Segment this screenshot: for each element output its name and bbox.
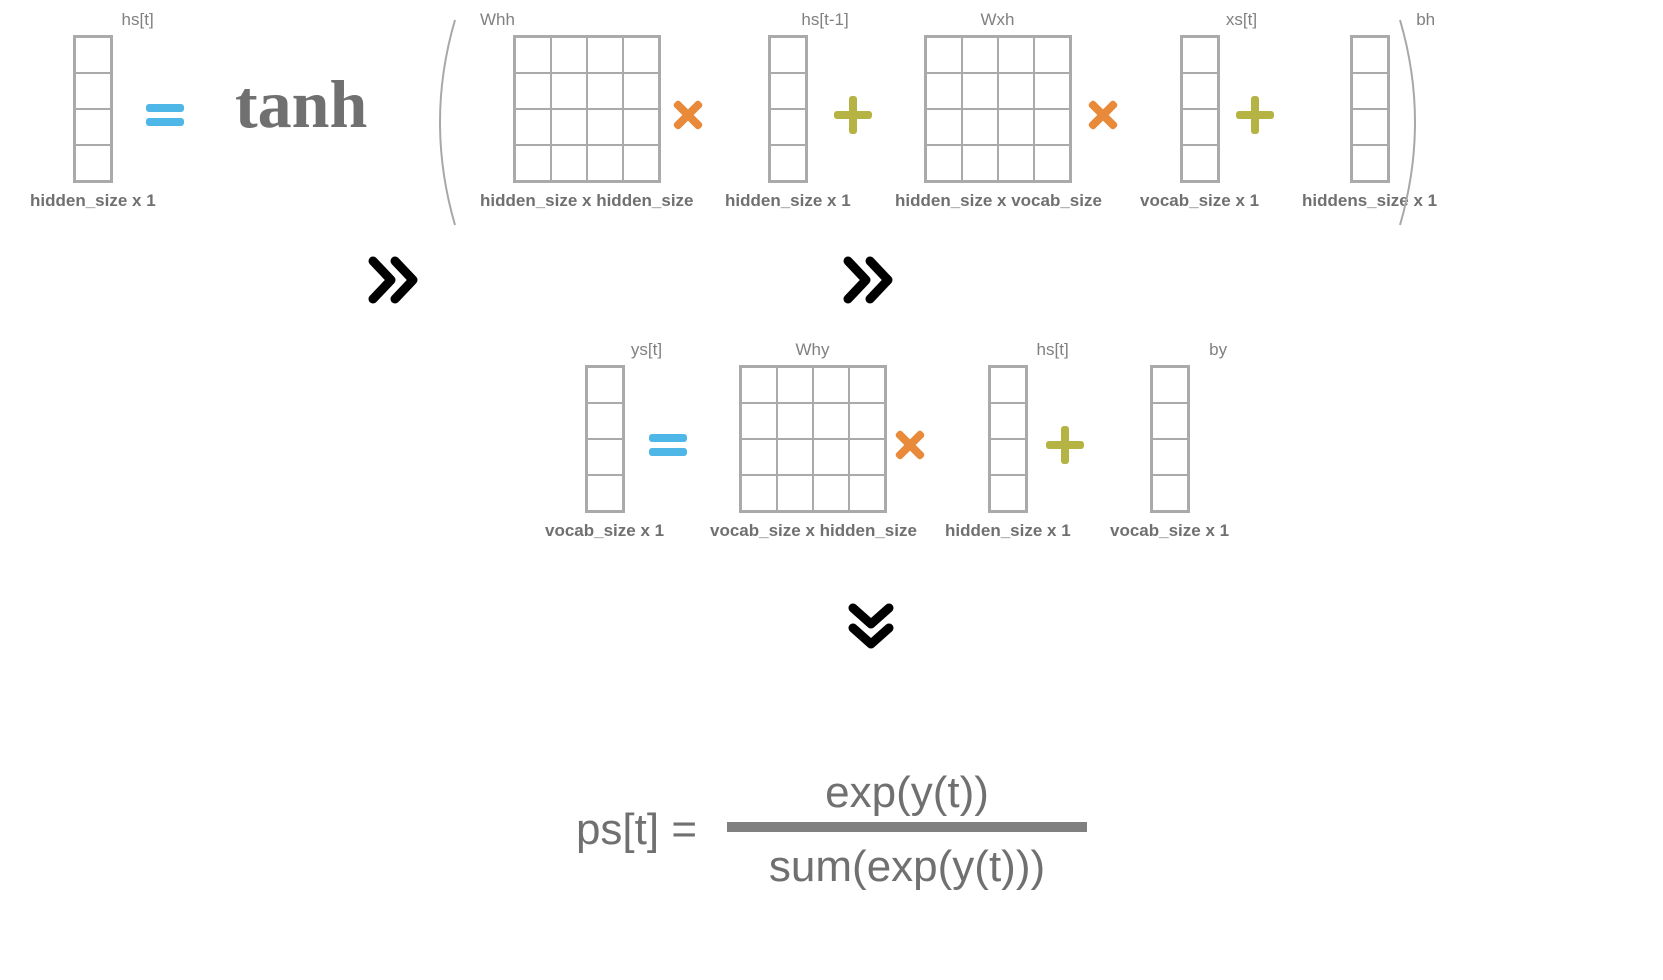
label-whh: Whh xyxy=(480,10,694,30)
vector-grid xyxy=(1350,35,1390,183)
chevron-right-icon xyxy=(840,255,900,305)
dim-hs-t: hidden_size x 1 xyxy=(30,191,156,211)
multiply-icon xyxy=(880,415,940,475)
vector-grid xyxy=(1150,365,1190,513)
vector-grid xyxy=(768,35,808,183)
dim-ys-t: vocab_size x 1 xyxy=(545,521,664,541)
chevron-right-icon xyxy=(365,255,425,305)
softmax-fraction: exp(y(t)) sum(exp(y(t))) xyxy=(727,764,1087,896)
matrix-grid xyxy=(924,35,1072,183)
matrix-grid xyxy=(739,365,887,513)
equation-softmax: ps[t] = exp(y(t)) sum(exp(y(t))) xyxy=(0,720,1663,940)
label-by: by xyxy=(1110,340,1229,360)
label-xs-t: xs[t] xyxy=(1140,10,1259,30)
matrix-wxh: Wxh hidden_size x vocab_size xyxy=(895,10,1102,211)
label-wxh: Wxh xyxy=(895,10,1102,30)
flow-arrows-row xyxy=(0,255,1663,315)
label-ys-t: ys[t] xyxy=(545,340,664,360)
dim-why: vocab_size x hidden_size xyxy=(710,521,917,541)
softmax-denominator: sum(exp(y(t))) xyxy=(749,832,1065,896)
label-hs-tm1: hs[t-1] xyxy=(725,10,851,30)
multiply-icon xyxy=(658,85,718,145)
dim-xs-t: vocab_size x 1 xyxy=(1140,191,1259,211)
label-hs-t-2: hs[t] xyxy=(945,340,1071,360)
vector-grid xyxy=(988,365,1028,513)
dim-wxh: hidden_size x vocab_size xyxy=(895,191,1102,211)
vector-grid xyxy=(1180,35,1220,183)
equation-hidden-state: hs[t] hidden_size x 1 tanh Whh hidden_si… xyxy=(0,10,1663,230)
equals-icon xyxy=(638,415,698,475)
plus-icon xyxy=(1225,85,1285,145)
fraction-bar xyxy=(727,822,1087,832)
vector-grid xyxy=(73,35,113,183)
softmax-lhs: ps[t] = xyxy=(576,805,697,855)
label-hs-t: hs[t] xyxy=(30,10,156,30)
chevron-down-icon xyxy=(845,600,897,652)
equals-icon xyxy=(135,85,195,145)
dim-hs-tm1: hidden_size x 1 xyxy=(725,191,851,211)
vector-grid xyxy=(585,365,625,513)
paren-right-icon xyxy=(1395,15,1435,230)
tanh-label: tanh xyxy=(235,65,367,144)
plus-icon xyxy=(823,85,883,145)
matrix-grid xyxy=(513,35,661,183)
dim-by: vocab_size x 1 xyxy=(1110,521,1229,541)
equation-output: ys[t] vocab_size x 1 Why vocab_size x hi… xyxy=(0,340,1663,550)
paren-left-icon xyxy=(420,15,460,230)
dim-hs-t-2: hidden_size x 1 xyxy=(945,521,1071,541)
softmax-numerator: exp(y(t)) xyxy=(785,764,1029,822)
multiply-icon xyxy=(1073,85,1133,145)
dim-whh: hidden_size x hidden_size xyxy=(480,191,694,211)
plus-icon xyxy=(1035,415,1095,475)
vector-by: by vocab_size x 1 xyxy=(1110,340,1229,541)
label-why: Why xyxy=(710,340,917,360)
flow-arrow-down xyxy=(0,600,1663,660)
